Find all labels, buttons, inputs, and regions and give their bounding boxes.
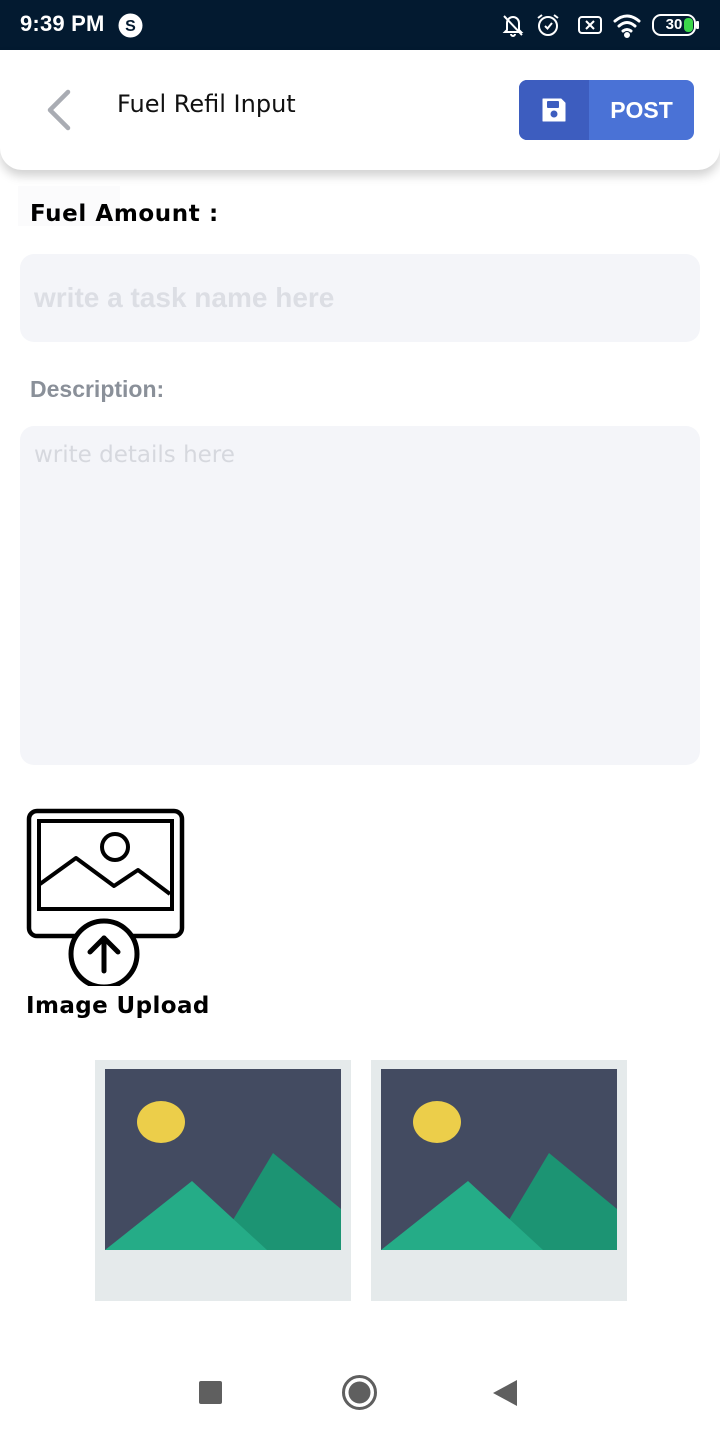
- image-upload-label: Image Upload: [26, 993, 210, 1019]
- app-header: Fuel Refil Input POST: [0, 50, 720, 170]
- fuel-amount-label: Fuel Amount :: [30, 201, 219, 227]
- image-upload-button[interactable]: Image Upload: [26, 808, 236, 1023]
- image-thumbnail-2[interactable]: [371, 1060, 627, 1301]
- post-icon-box: [519, 80, 589, 140]
- description-label: Description:: [30, 376, 165, 402]
- battery-icon: 30: [652, 14, 700, 36]
- status-time: 9:39 PM: [20, 11, 105, 36]
- floppy-disk-icon: [542, 98, 566, 122]
- image-upload-icon: [26, 808, 185, 986]
- status-bar: 9:39 PM S 30: [0, 0, 720, 50]
- svg-text:S: S: [125, 18, 136, 35]
- sim-off-icon: [577, 12, 603, 42]
- fuel-amount-input[interactable]: [20, 254, 700, 342]
- battery-level: 30: [665, 16, 683, 33]
- system-nav-bar: [0, 1340, 720, 1440]
- recents-square-button[interactable]: [199, 1381, 222, 1408]
- post-button[interactable]: POST: [519, 80, 694, 140]
- image-placeholder-icon: [381, 1069, 617, 1250]
- page-title: Fuel Refil Input: [117, 90, 296, 118]
- description-input[interactable]: [20, 426, 700, 765]
- chevron-left-icon: [47, 89, 71, 131]
- home-circle-button[interactable]: [341, 1374, 378, 1415]
- image-placeholder-icon: [105, 1069, 341, 1250]
- back-triangle-button[interactable]: [493, 1380, 517, 1410]
- alarm-icon: [535, 12, 561, 42]
- wifi-icon: [612, 12, 642, 42]
- back-button[interactable]: [36, 86, 84, 134]
- skype-icon: S: [118, 13, 143, 38]
- bell-off-icon: [500, 12, 526, 42]
- post-button-label: POST: [610, 97, 673, 123]
- image-thumbnail-1[interactable]: [95, 1060, 351, 1301]
